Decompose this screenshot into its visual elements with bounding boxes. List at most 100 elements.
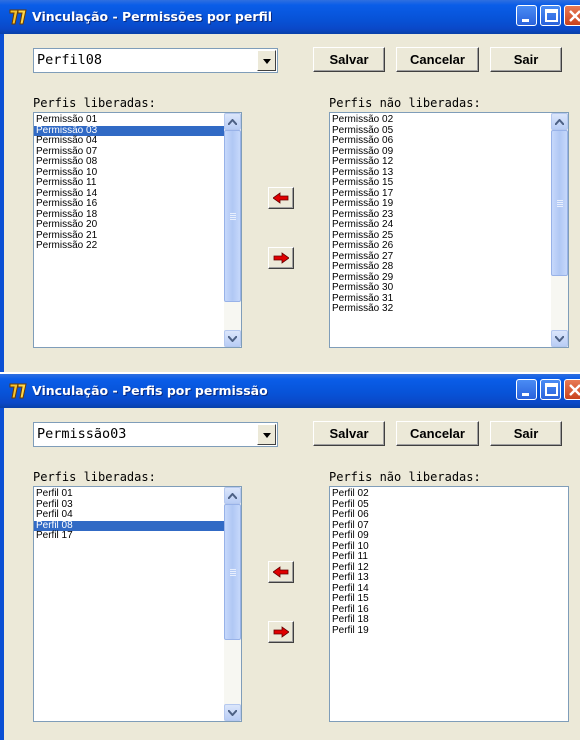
- list-item[interactable]: Permissão 16: [34, 198, 224, 210]
- list-item[interactable]: Permissão 11: [34, 177, 224, 189]
- combobox-value: Permissão03: [37, 426, 127, 442]
- window-border: [0, 408, 4, 740]
- list-item[interactable]: Perfil 15: [330, 593, 568, 605]
- list-item[interactable]: Permissão 22: [34, 240, 224, 252]
- chevron-down-icon: [263, 433, 271, 438]
- list-item[interactable]: Perfil 01: [34, 488, 224, 500]
- arrow-left-icon: [273, 192, 289, 204]
- save-button[interactable]: Salvar: [313, 47, 385, 72]
- window-border: [0, 34, 4, 372]
- title-bar[interactable]: Vinculação - Perfis por permissão: [0, 374, 580, 408]
- scroll-up-button[interactable]: [224, 487, 241, 504]
- denied-list-items: Perfil 02 Perfil 05 Perfil 06 Perfil 07 …: [330, 488, 568, 637]
- combobox-value: Perfil08: [37, 52, 103, 68]
- chevron-up-icon: [228, 119, 237, 125]
- save-button[interactable]: Salvar: [313, 421, 385, 446]
- arrow-right-icon: [273, 252, 289, 264]
- list-item[interactable]: Perfil 02: [330, 488, 568, 500]
- window-permissoes-por-perfil: Vinculação - Permissões por perfil Perfi…: [0, 0, 580, 372]
- scroll-thumb[interactable]: [224, 130, 241, 302]
- minimize-button[interactable]: [516, 5, 537, 26]
- scroll-up-button[interactable]: [551, 113, 568, 130]
- allowed-listbox[interactable]: Perfil 01 Perfil 03 Perfil 04 Perfil 08 …: [33, 486, 242, 722]
- maximize-button[interactable]: [540, 379, 561, 400]
- list-item[interactable]: Perfil 09: [330, 530, 568, 542]
- chevron-down-icon: [228, 336, 237, 342]
- allowed-list-label: Perfis liberadas:: [33, 96, 156, 110]
- app-icon: [8, 7, 28, 27]
- chevron-down-icon: [555, 336, 564, 342]
- list-item[interactable]: Perfil 13: [330, 572, 568, 584]
- list-item[interactable]: Permissão 15: [330, 177, 551, 189]
- list-item[interactable]: Permissão 26: [330, 240, 551, 252]
- list-item[interactable]: Permissão 06: [330, 135, 551, 147]
- list-item[interactable]: Permissão 28: [330, 261, 551, 273]
- list-item[interactable]: Permissão 04: [34, 135, 224, 147]
- list-item[interactable]: Permissão 30: [330, 282, 551, 294]
- list-item[interactable]: Perfil 06: [330, 509, 568, 521]
- move-to-denied-button[interactable]: [268, 621, 294, 643]
- scroll-down-button[interactable]: [551, 330, 568, 347]
- chevron-up-icon: [228, 493, 237, 499]
- allowed-list-label: Perfis liberadas:: [33, 470, 156, 484]
- window-perfis-por-permissao: Vinculação - Perfis por permissão Permis…: [0, 374, 580, 740]
- list-item[interactable]: Permissão 12: [330, 156, 551, 168]
- minimize-icon: [522, 19, 529, 22]
- list-item[interactable]: Permissão 08: [34, 156, 224, 168]
- maximize-icon: [545, 383, 558, 396]
- denied-list-items: Permissão 02 Permissão 05 Permissão 06 P…: [330, 114, 551, 315]
- scroll-thumb[interactable]: [551, 130, 568, 276]
- list-item[interactable]: Permissão 01: [34, 114, 224, 126]
- maximize-icon: [545, 9, 558, 22]
- list-item[interactable]: Permissão 02: [330, 114, 551, 126]
- list-item[interactable]: Perfil 11: [330, 551, 568, 563]
- move-to-allowed-button[interactable]: [268, 561, 294, 583]
- scroll-down-button[interactable]: [224, 704, 241, 721]
- list-item[interactable]: Permissão 20: [34, 219, 224, 231]
- window-title: Vinculação - Perfis por permissão: [32, 383, 268, 398]
- list-item[interactable]: Permissão 19: [330, 198, 551, 210]
- allowed-listbox[interactable]: Permissão 01 Permissão 03 Permissão 04 P…: [33, 112, 242, 348]
- denied-listbox[interactable]: Perfil 02 Perfil 05 Perfil 06 Perfil 07 …: [329, 486, 569, 722]
- cancel-button[interactable]: Cancelar: [396, 421, 479, 446]
- denied-list-label: Perfis não liberadas:: [329, 470, 481, 484]
- allowed-list-items: Perfil 01 Perfil 03 Perfil 04 Perfil 08 …: [34, 488, 224, 542]
- arrow-right-icon: [273, 626, 289, 638]
- move-to-denied-button[interactable]: [268, 247, 294, 269]
- list-item[interactable]: Perfil 19: [330, 625, 568, 637]
- app-icon: [8, 381, 28, 401]
- list-item[interactable]: Perfil 04: [34, 509, 224, 521]
- chevron-down-icon: [263, 59, 271, 64]
- dropdown-button[interactable]: [257, 424, 276, 445]
- vertical-scrollbar[interactable]: [224, 113, 241, 347]
- dropdown-button[interactable]: [257, 50, 276, 71]
- move-to-allowed-button[interactable]: [268, 187, 294, 209]
- close-icon: [569, 384, 580, 396]
- allowed-list-items: Permissão 01 Permissão 03 Permissão 04 P…: [34, 114, 224, 252]
- minimize-button[interactable]: [516, 379, 537, 400]
- scroll-up-button[interactable]: [224, 113, 241, 130]
- permissao-combobox[interactable]: Permissão03: [33, 422, 278, 447]
- list-item[interactable]: Permissão 32: [330, 303, 551, 315]
- list-item[interactable]: Perfil 18: [330, 614, 568, 626]
- scroll-thumb[interactable]: [224, 504, 241, 640]
- perfil-combobox[interactable]: Perfil08: [33, 48, 278, 73]
- arrow-left-icon: [273, 566, 289, 578]
- cancel-button[interactable]: Cancelar: [396, 47, 479, 72]
- list-item[interactable]: Permissão 24: [330, 219, 551, 231]
- scroll-down-button[interactable]: [224, 330, 241, 347]
- close-button[interactable]: [564, 5, 580, 26]
- close-button[interactable]: [564, 379, 580, 400]
- title-bar[interactable]: Vinculação - Permissões por perfil: [0, 0, 580, 34]
- window-title: Vinculação - Permissões por perfil: [32, 9, 273, 24]
- vertical-scrollbar[interactable]: [224, 487, 241, 721]
- vertical-scrollbar[interactable]: [551, 113, 568, 347]
- maximize-button[interactable]: [540, 5, 561, 26]
- list-item[interactable]: Perfil 17: [34, 530, 224, 542]
- exit-button[interactable]: Sair: [490, 47, 562, 72]
- exit-button[interactable]: Sair: [490, 421, 562, 446]
- denied-listbox[interactable]: Permissão 02 Permissão 05 Permissão 06 P…: [329, 112, 569, 348]
- denied-list-label: Perfis não liberadas:: [329, 96, 481, 110]
- chevron-up-icon: [555, 119, 564, 125]
- chevron-down-icon: [228, 710, 237, 716]
